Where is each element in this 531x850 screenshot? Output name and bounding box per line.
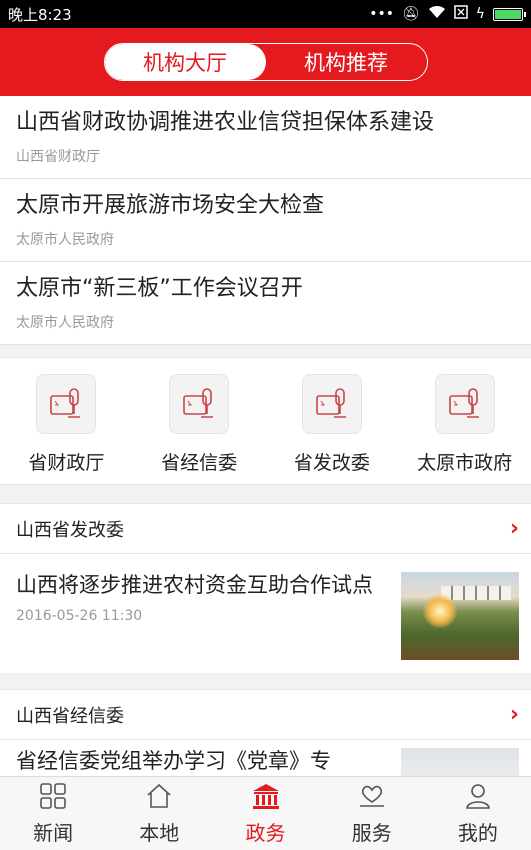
agency-label: 省经信委 bbox=[161, 452, 238, 474]
status-bar: 晚上8:23 ••• 🔕︎ ϟ bbox=[0, 0, 531, 28]
article-title: 山西将逐步推进农村资金互助合作试点 bbox=[16, 573, 373, 597]
agency-label: 太原市政府 bbox=[417, 452, 513, 474]
article-title: 省经信委党组举办学习《党章》专 bbox=[16, 749, 331, 773]
mute-icon: 🔕︎ bbox=[401, 6, 420, 22]
battery-icon bbox=[493, 7, 526, 21]
service-heart-icon bbox=[357, 781, 387, 811]
news-source: 太原市人民政府 bbox=[16, 315, 114, 331]
news-item[interactable]: 太原市“新三板”工作会议召开 太原市人民政府 bbox=[0, 262, 531, 345]
agency-grid: 省财政厅 省经信委 省发改委 太原市政府 bbox=[0, 357, 531, 485]
more-dots-icon: ••• bbox=[369, 6, 394, 22]
agency-label: 省财政厅 bbox=[28, 452, 105, 474]
tab-mine[interactable]: 我的 bbox=[425, 777, 531, 850]
section-header[interactable]: 山西省经信委 › bbox=[0, 690, 531, 740]
tab-label: 新闻 bbox=[33, 821, 74, 845]
article-item[interactable]: 山西将逐步推进农村资金互助合作试点 2016-05-26 11:30 bbox=[0, 554, 531, 660]
section-economic: 山西省经信委 › 省经信委党组举办学习《党章》专 bbox=[0, 689, 531, 777]
tab-news[interactable]: 新闻 bbox=[0, 777, 106, 850]
article-thumbnail bbox=[401, 572, 519, 660]
tab-label: 政务 bbox=[245, 821, 286, 845]
tab-agency-recommend[interactable]: 机构推荐 bbox=[266, 44, 427, 80]
header: 机构大厅 机构推荐 bbox=[0, 28, 531, 96]
home-icon bbox=[144, 781, 174, 811]
tab-label: 服务 bbox=[351, 821, 392, 845]
tab-label: 本地 bbox=[139, 821, 180, 845]
agency-finance[interactable]: 省财政厅 bbox=[6, 374, 126, 484]
segmented-control: 机构大厅 机构推荐 bbox=[103, 43, 428, 81]
news-source: 太原市人民政府 bbox=[16, 232, 114, 248]
podium-icon bbox=[169, 374, 230, 434]
news-item[interactable]: 山西省财政协调推进农业信贷担保体系建设 山西省财政厅 bbox=[0, 96, 531, 179]
charging-icon: ϟ bbox=[475, 6, 485, 22]
bottom-tab-bar: 新闻 本地 政务 服务 我的 bbox=[0, 776, 531, 850]
status-icons: ••• 🔕︎ ϟ bbox=[369, 5, 526, 23]
article-text: 省经信委党组举办学习《党章》专 bbox=[16, 744, 389, 777]
podium-icon bbox=[301, 374, 362, 434]
article-time: 2016-05-26 11:30 bbox=[16, 608, 143, 624]
article-text: 山西将逐步推进农村资金互助合作试点 2016-05-26 11:30 bbox=[16, 568, 389, 660]
agency-label: 省发改委 bbox=[293, 452, 370, 474]
chevron-right-icon: › bbox=[509, 702, 519, 727]
news-source: 山西省财政厅 bbox=[16, 149, 100, 165]
tab-agency-hall[interactable]: 机构大厅 bbox=[104, 44, 266, 80]
section-development: 山西省发改委 › 山西将逐步推进农村资金互助合作试点 2016-05-26 11… bbox=[0, 503, 531, 673]
tab-label: 我的 bbox=[457, 821, 498, 845]
agency-development[interactable]: 省发改委 bbox=[272, 374, 392, 484]
agency-taiyuan[interactable]: 太原市政府 bbox=[405, 374, 525, 484]
wifi-icon bbox=[428, 5, 446, 23]
tab-local[interactable]: 本地 bbox=[106, 777, 212, 850]
tab-service[interactable]: 服务 bbox=[319, 777, 425, 850]
podium-icon bbox=[36, 374, 97, 434]
podium-icon bbox=[434, 374, 495, 434]
tab-government[interactable]: 政务 bbox=[212, 777, 318, 850]
status-time: 晚上8:23 bbox=[8, 5, 72, 24]
news-list: 山西省财政协调推进农业信贷担保体系建设 山西省财政厅 太原市开展旅游市场安全大检… bbox=[0, 96, 531, 345]
section-title: 山西省经信委 bbox=[16, 705, 124, 727]
sim-icon bbox=[454, 5, 468, 23]
article-thumbnail bbox=[401, 748, 519, 777]
news-title: 山西省财政协调推进农业信贷担保体系建设 bbox=[16, 110, 435, 135]
news-title: 太原市开展旅游市场安全大检查 bbox=[16, 193, 325, 218]
section-title: 山西省发改委 bbox=[16, 519, 124, 541]
section-header[interactable]: 山西省发改委 › bbox=[0, 504, 531, 554]
grid-icon bbox=[38, 781, 68, 811]
person-icon bbox=[463, 781, 493, 811]
government-building-icon bbox=[251, 781, 281, 811]
chevron-right-icon: › bbox=[509, 516, 519, 541]
article-item[interactable]: 省经信委党组举办学习《党章》专 bbox=[0, 740, 531, 777]
news-item[interactable]: 太原市开展旅游市场安全大检查 太原市人民政府 bbox=[0, 179, 531, 262]
agency-economic[interactable]: 省经信委 bbox=[139, 374, 259, 484]
news-title: 太原市“新三板”工作会议召开 bbox=[16, 276, 303, 301]
